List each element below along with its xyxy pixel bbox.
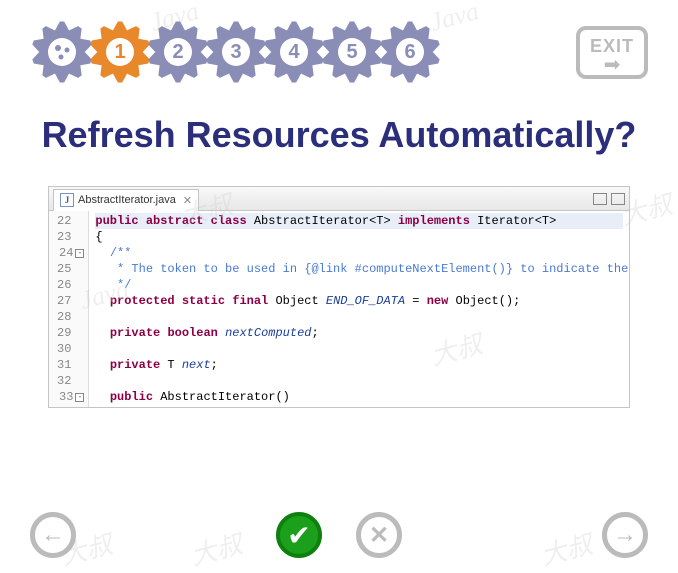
gear-label: 4 (288, 41, 299, 64)
arrow-left-icon: ← (41, 521, 65, 549)
code-lines: public abstract class AbstractIterator<T… (89, 211, 629, 407)
gear-label: 5 (346, 41, 357, 64)
accept-button[interactable]: ✔ (276, 512, 322, 558)
code-line: */ (95, 277, 623, 293)
code-line: private boolean nextComputed; (95, 325, 623, 341)
code-line: /** (95, 245, 623, 261)
step-gear-0[interactable] (30, 20, 94, 84)
step-gear-4[interactable]: 4 (262, 20, 326, 84)
close-icon: ✕ (369, 521, 389, 550)
gutter-line: 33- (57, 389, 84, 405)
step-gear-2[interactable]: 2 (146, 20, 210, 84)
check-icon: ✔ (287, 519, 310, 552)
gutter-line: 24- (57, 245, 84, 261)
gutter-line: 27 (57, 293, 84, 309)
editor-tab[interactable]: J AbstractIterator.java ✕ (53, 189, 199, 211)
gutter-line: 29 (57, 325, 84, 341)
gutter-line: 28 (57, 309, 84, 325)
exit-button[interactable]: EXIT ➡ (576, 26, 648, 79)
gutter-line: 31 (57, 357, 84, 373)
code-area[interactable]: 222324-252627282930313233- public abstra… (49, 211, 629, 407)
code-line (95, 341, 623, 357)
code-line: public AbstractIterator() (95, 389, 623, 405)
code-line (95, 309, 623, 325)
step-gear-3[interactable]: 3 (204, 20, 268, 84)
code-line: * The token to be used in {@link #comput… (95, 261, 623, 277)
back-button[interactable]: ← (30, 512, 76, 558)
gutter-line: 30 (57, 341, 84, 357)
line-gutter: 222324-252627282930313233- (49, 211, 89, 407)
step-gear-5[interactable]: 5 (320, 20, 384, 84)
gear-label: 2 (172, 41, 183, 64)
code-line: public abstract class AbstractIterator<T… (95, 213, 623, 229)
tab-filename: AbstractIterator.java (78, 194, 176, 206)
gear-label: 1 (114, 41, 125, 64)
gutter-line: 26 (57, 277, 84, 293)
step-gear-1[interactable]: 1 (88, 20, 152, 84)
maximize-icon[interactable] (611, 193, 625, 205)
code-line: { (95, 229, 623, 245)
code-line: protected static final Object END_OF_DAT… (95, 293, 623, 309)
step-gear-6[interactable]: 6 (378, 20, 442, 84)
gutter-line: 23 (57, 229, 84, 245)
tab-close-icon[interactable]: ✕ (183, 194, 192, 207)
arrow-right-icon: → (613, 521, 637, 549)
step-gears: 1 2 3 4 5 6 (30, 20, 436, 84)
code-line (95, 373, 623, 389)
gutter-line: 32 (57, 373, 84, 389)
fold-icon[interactable]: - (75, 393, 84, 402)
minimize-icon[interactable] (593, 193, 607, 205)
java-file-icon: J (60, 193, 74, 207)
code-editor: J AbstractIterator.java ✕ 222324-2526272… (48, 186, 630, 408)
fold-icon[interactable]: - (75, 249, 84, 258)
editor-tabbar: J AbstractIterator.java ✕ (49, 187, 629, 211)
gear-label: 3 (230, 41, 241, 64)
exit-arrow-icon: ➡ (590, 57, 634, 73)
gutter-line: 25 (57, 261, 84, 277)
code-line: private T next; (95, 357, 623, 373)
page-title: Refresh Resources Automatically? (0, 114, 678, 156)
reject-button[interactable]: ✕ (356, 512, 402, 558)
bottom-nav: ← ✔ ✕ → (0, 512, 678, 558)
top-bar: 1 2 3 4 5 6 EXIT ➡ (0, 0, 678, 84)
gutter-line: 22 (57, 213, 84, 229)
gear-label: 6 (404, 41, 415, 64)
forward-button[interactable]: → (602, 512, 648, 558)
